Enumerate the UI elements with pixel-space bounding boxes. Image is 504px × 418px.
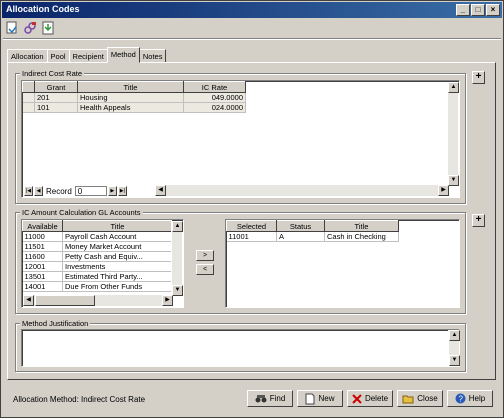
available-accounts-grid[interactable]: Available Title 11000 Payroll Cash Account… xyxy=(21,219,184,308)
list-item[interactable]: 12001 Investments xyxy=(22,261,173,272)
indirect-horizontal-scrollbar[interactable]: ◀ ▶ xyxy=(155,185,449,196)
scroll-right-icon[interactable]: ▶ xyxy=(162,295,173,306)
prev-record-icon[interactable]: ◀ xyxy=(34,186,43,196)
scroll-left-icon[interactable]: ◀ xyxy=(23,295,34,306)
indirect-cost-rate-grid[interactable]: Grant Title IC Rate 201 Housing 049.0000 101… xyxy=(21,80,460,198)
last-record-icon[interactable]: ▶| xyxy=(117,186,127,196)
tab-strip: Allocation Pool Recipient Method Notes xyxy=(7,47,167,63)
justification-scrollbar[interactable]: ▲ ▼ xyxy=(448,330,460,366)
col-grant[interactable]: Grant xyxy=(34,81,78,93)
list-item[interactable]: 11501 Money Market Account xyxy=(22,241,173,252)
link-chain-icon[interactable] xyxy=(22,20,37,35)
add-gl-account-button[interactable]: + xyxy=(472,214,485,227)
next-record-icon[interactable]: ▶ xyxy=(107,186,117,196)
tab-pool[interactable]: Pool xyxy=(46,49,70,63)
table-row[interactable]: 101 Health Appeals 024.0000 xyxy=(22,102,246,113)
method-justification-legend: Method Justification xyxy=(20,319,91,328)
table-row[interactable]: 201 Housing 049.0000 xyxy=(22,92,246,103)
col-selected[interactable]: Selected xyxy=(226,220,277,232)
scroll-thumb[interactable] xyxy=(35,295,95,306)
record-navigator: |◀ ◀ Record 0 ▶ ▶| xyxy=(24,186,127,196)
col-sel-title[interactable]: Title xyxy=(324,220,399,232)
new-button[interactable]: New xyxy=(297,390,343,407)
tab-method[interactable]: Method xyxy=(106,47,140,63)
scroll-left-icon[interactable]: ◀ xyxy=(155,185,166,196)
help-icon: ? xyxy=(455,393,466,404)
binoculars-icon xyxy=(255,394,267,402)
method-justification-textarea[interactable] xyxy=(21,329,460,367)
list-item[interactable]: 14001 Due From Other Funds xyxy=(22,281,173,292)
scroll-down-icon[interactable]: ▼ xyxy=(449,355,460,366)
toolbar-separator xyxy=(3,38,501,40)
move-right-button[interactable]: > xyxy=(196,250,214,261)
scroll-up-icon[interactable]: ▲ xyxy=(448,82,459,93)
tab-recipient[interactable]: Recipient xyxy=(68,49,108,63)
find-button[interactable]: Find xyxy=(247,390,293,407)
col-status[interactable]: Status xyxy=(276,220,325,232)
ic-gl-accounts-legend: IC Amount Calculation GL Accounts xyxy=(20,208,143,217)
list-item[interactable]: 11000 Payroll Cash Account xyxy=(22,231,173,242)
list-item[interactable]: 11600 Petty Cash and Equiv... xyxy=(22,251,173,262)
delete-button[interactable]: Delete xyxy=(347,390,393,407)
add-indirect-rate-button[interactable]: + xyxy=(472,71,485,84)
scroll-down-icon[interactable]: ▼ xyxy=(172,285,183,296)
title-bar: Allocation Codes _ □ × xyxy=(2,2,502,18)
toolbar xyxy=(4,20,55,35)
new-document-icon xyxy=(305,393,315,404)
available-horizontal-scrollbar[interactable]: ◀ ▶ xyxy=(23,295,173,306)
move-left-button[interactable]: < xyxy=(196,264,214,275)
col-avail-title[interactable]: Title xyxy=(62,220,173,232)
close-window-button[interactable]: × xyxy=(486,4,500,16)
tab-allocation[interactable]: Allocation xyxy=(7,49,48,63)
delete-x-icon xyxy=(352,393,362,404)
table-row[interactable]: 11001 A Cash in Checking xyxy=(226,231,399,242)
selected-accounts-grid[interactable]: Selected Status Title 11001 A Cash in Checki… xyxy=(225,219,460,308)
scroll-right-icon[interactable]: ▶ xyxy=(438,185,449,196)
col-available[interactable]: Available xyxy=(22,220,63,232)
help-button[interactable]: ? Help xyxy=(447,390,493,407)
scroll-down-icon[interactable]: ▼ xyxy=(448,175,459,186)
folder-icon xyxy=(402,395,414,403)
allocation-codes-window: Allocation Codes _ □ × Allocation Pool R… xyxy=(0,0,504,418)
close-button[interactable]: Close xyxy=(397,390,443,407)
svg-text:?: ? xyxy=(458,395,463,404)
available-vertical-scrollbar[interactable]: ▲ ▼ xyxy=(171,221,183,296)
first-record-icon[interactable]: |◀ xyxy=(24,186,33,196)
indirect-cost-rate-legend: Indirect Cost Rate xyxy=(20,69,85,78)
allocation-method-status: Allocation Method: Indirect Cost Rate xyxy=(13,395,146,404)
col-title[interactable]: Title xyxy=(77,81,184,93)
record-label: Record xyxy=(46,186,72,196)
minimize-button[interactable]: _ xyxy=(456,4,470,16)
window-title: Allocation Codes xyxy=(6,4,80,14)
list-item[interactable]: 13501 Estimated Third Party... xyxy=(22,271,173,282)
indirect-vertical-scrollbar[interactable]: ▲ ▼ xyxy=(447,82,459,186)
maximize-button[interactable]: □ xyxy=(471,4,485,16)
col-ic-rate[interactable]: IC Rate xyxy=(183,81,246,93)
export-document-icon[interactable] xyxy=(40,20,55,35)
scroll-up-icon[interactable]: ▲ xyxy=(172,221,183,232)
document-refresh-icon[interactable] xyxy=(4,20,19,35)
tab-notes[interactable]: Notes xyxy=(138,49,167,63)
record-number-field[interactable]: 0 xyxy=(74,186,107,196)
scroll-up-icon[interactable]: ▲ xyxy=(449,330,460,341)
